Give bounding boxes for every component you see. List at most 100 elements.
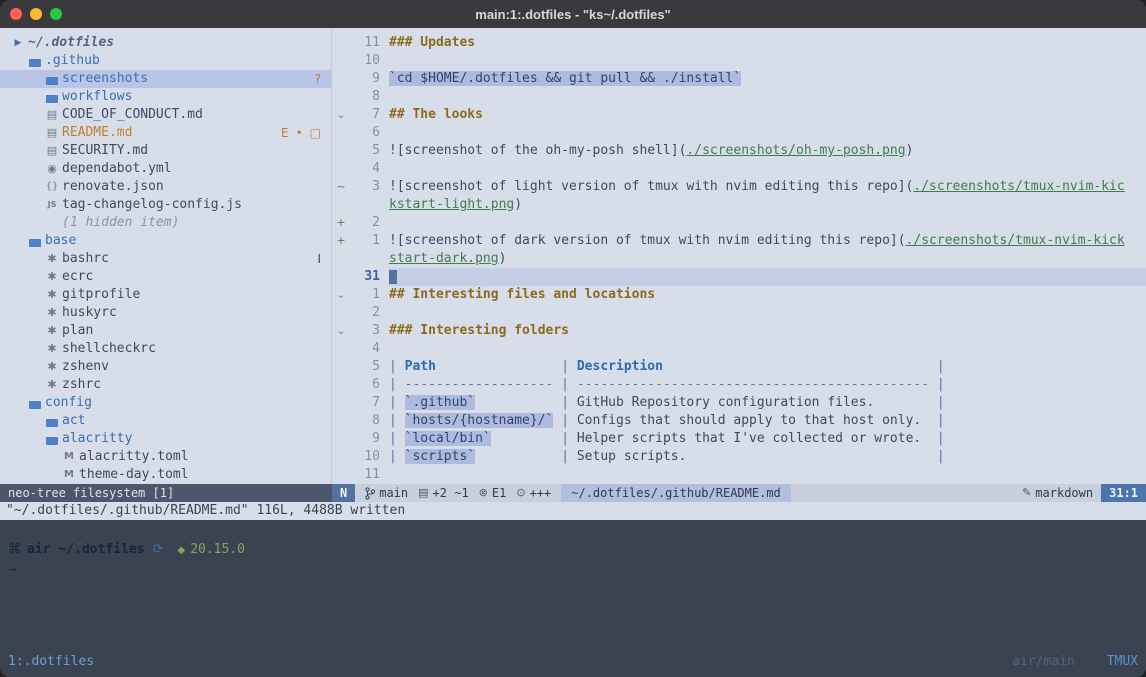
line-number: 4: [350, 340, 380, 358]
tree-item-README.md[interactable]: ▤README.mdE•□: [0, 124, 331, 142]
line-text: | `hosts/{hostname}/` | Configs that sho…: [389, 412, 1146, 430]
editor-line[interactable]: +2: [332, 214, 1146, 232]
neotree-panel[interactable]: ▶~/.dotfiles.githubscreenshots?workflows…: [0, 28, 332, 484]
js-icon: JS: [44, 196, 60, 214]
editor-line[interactable]: 11: [332, 466, 1146, 484]
gutter-spacer: [332, 448, 350, 466]
cursor-position: 31:1: [1101, 484, 1146, 502]
gutter-mark-icon: ⌄: [332, 322, 350, 340]
text-segment: |: [937, 359, 945, 374]
editor-line[interactable]: 6: [332, 124, 1146, 142]
text-segment: Description: [577, 359, 663, 374]
tree-item-bashrc[interactable]: ✱bashrcI: [0, 250, 331, 268]
tree-item-renovate.json[interactable]: {}renovate.json: [0, 178, 331, 196]
tmux-window-name[interactable]: 1:.dotfiles: [8, 652, 94, 677]
tree-item-tag-changelog-config.js[interactable]: JStag-changelog-config.js: [0, 196, 331, 214]
tree-item-.github[interactable]: .github: [0, 52, 331, 70]
gutter-spacer: [332, 88, 350, 106]
line-number: 3: [350, 178, 380, 196]
editor-line[interactable]: ⌄7## The looks: [332, 106, 1146, 124]
tree-item-label: config: [45, 394, 92, 412]
editor-line[interactable]: 7| `.github` | GitHub Repository configu…: [332, 394, 1146, 412]
tree-item-config[interactable]: config: [0, 394, 331, 412]
editor-line[interactable]: +1![screenshot of dark version of tmux w…: [332, 232, 1146, 250]
editor-line[interactable]: 4: [332, 160, 1146, 178]
tree-item-SECURITY.md[interactable]: ▤SECURITY.md: [0, 142, 331, 160]
text-segment: ## Interesting files and locations: [389, 287, 655, 302]
tree-item-workflows[interactable]: workflows: [0, 88, 331, 106]
text-segment: |: [561, 413, 577, 428]
editor-line[interactable]: 10| `scripts` | Setup scripts. |: [332, 448, 1146, 466]
command-message-line: "~/.dotfiles/.github/README.md" 116L, 44…: [0, 502, 1146, 520]
editor-line[interactable]: 5| Path | Description |: [332, 358, 1146, 376]
gutter-spacer: [332, 268, 350, 286]
gutter-mark-icon: +: [332, 214, 350, 232]
editor-line[interactable]: 9`cd $HOME/.dotfiles && git pull && ./in…: [332, 70, 1146, 88]
editor-line[interactable]: 8 | `hosts/{hostname}/` | Configs that sh…: [332, 412, 1146, 430]
zoom-button[interactable]: [50, 8, 62, 20]
editor-line[interactable]: ⌄1## Interesting files and locations: [332, 286, 1146, 304]
tree-item-label: .github: [45, 52, 100, 70]
text-segment: start-dark.png: [389, 251, 499, 266]
editor-line[interactable]: 31: [332, 268, 1146, 286]
tree-item-huskyrc[interactable]: ✱huskyrc: [0, 304, 331, 322]
tree-item-alacritty.toml[interactable]: Malacritty.toml: [0, 448, 331, 466]
editor-line[interactable]: kstart-light.png): [332, 196, 1146, 214]
tree-item-base[interactable]: base: [0, 232, 331, 250]
line-text: [389, 268, 1146, 286]
traffic-lights: [10, 8, 62, 20]
editor-panel[interactable]: 11### Updates109`cd $HOME/.dotfiles && g…: [332, 28, 1146, 484]
tree-item-badges: I: [317, 250, 321, 268]
text-segment: |: [561, 395, 577, 410]
editor-line[interactable]: 2: [332, 304, 1146, 322]
config-icon: ✱: [44, 376, 60, 394]
tree-item-label: ecrc: [62, 268, 93, 286]
line-text: [389, 340, 1146, 358]
tree-item-alacritty[interactable]: alacritty: [0, 430, 331, 448]
cursor-block: [389, 270, 397, 284]
extra-text: +++: [530, 484, 552, 502]
editor-line[interactable]: ~3![screenshot of light version of tmux …: [332, 178, 1146, 196]
line-text: | ------------------- | ----------------…: [389, 376, 1146, 394]
editor-line[interactable]: 5![screenshot of the oh-my-posh shell](.…: [332, 142, 1146, 160]
editor-line[interactable]: 4: [332, 340, 1146, 358]
shell-area[interactable]: ⌘air~/.dotfiles⟳◆20.15.0 → 1:.dotfiles a…: [0, 520, 1146, 677]
tree-item-1hiddenitem[interactable]: (1 hidden item): [0, 214, 331, 232]
gutter-mark-icon: ⌄: [332, 286, 350, 304]
tree-item-theme-day.toml[interactable]: Mtheme-day.toml: [0, 466, 331, 484]
toml-icon: M: [61, 466, 77, 484]
line-text: ## The looks: [389, 106, 1146, 124]
editor-line[interactable]: ⌄3### Interesting folders: [332, 322, 1146, 340]
line-number: 4: [350, 160, 380, 178]
tree-item-label: dependabot.yml: [62, 160, 172, 178]
editor-line[interactable]: 11### Updates: [332, 34, 1146, 52]
editor-line[interactable]: 9| `local/bin` | Helper scripts that I'v…: [332, 430, 1146, 448]
minimize-button[interactable]: [30, 8, 42, 20]
text-segment: [921, 413, 937, 428]
close-button[interactable]: [10, 8, 22, 20]
editor-line[interactable]: 6| ------------------- | ---------------…: [332, 376, 1146, 394]
text-segment: | ------------------- | ----------------…: [389, 377, 945, 392]
gutter-spacer: [332, 394, 350, 412]
tree-item-screenshots[interactable]: screenshots?: [0, 70, 331, 88]
text-segment: |: [561, 359, 577, 374]
tree-item-CODE_OF_CONDUCT.md[interactable]: ▤CODE_OF_CONDUCT.md: [0, 106, 331, 124]
line-text: | `.github` | GitHub Repository configur…: [389, 394, 1146, 412]
line-number: 31: [350, 268, 380, 286]
line-number: 8: [350, 412, 380, 430]
editor-line[interactable]: 10: [332, 52, 1146, 70]
tree-item-plan[interactable]: ✱plan: [0, 322, 331, 340]
tree-item-~.dotfiles[interactable]: ▶~/.dotfiles: [0, 34, 331, 52]
doc-icon: ▤: [44, 142, 60, 160]
gutter-spacer: [332, 142, 350, 160]
tree-item-zshrc[interactable]: ✱zshrc: [0, 376, 331, 394]
tree-item-dependabot.yml[interactable]: ◉dependabot.yml: [0, 160, 331, 178]
toml-icon: M: [61, 448, 77, 466]
tree-item-ecrc[interactable]: ✱ecrc: [0, 268, 331, 286]
tree-item-gitprofile[interactable]: ✱gitprofile: [0, 286, 331, 304]
editor-line[interactable]: 8: [332, 88, 1146, 106]
tree-item-zshenv[interactable]: ✱zshenv: [0, 358, 331, 376]
tree-item-act[interactable]: act: [0, 412, 331, 430]
tree-item-shellcheckrc[interactable]: ✱shellcheckrc: [0, 340, 331, 358]
editor-line[interactable]: start-dark.png): [332, 250, 1146, 268]
